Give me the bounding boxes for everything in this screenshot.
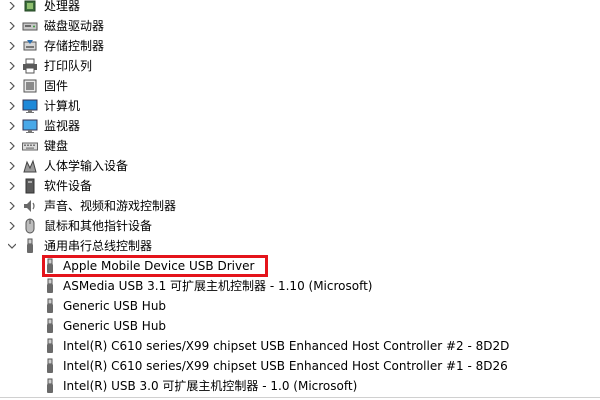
tree-item-storage-controllers[interactable]: 存储控制器 bbox=[0, 36, 600, 56]
usb-device-item[interactable]: Intel(R) C610 series/X99 chipset USB Enh… bbox=[0, 336, 600, 356]
tree-item-label: 软件设备 bbox=[44, 179, 93, 193]
usb-device-icon bbox=[42, 358, 58, 374]
usb-device-item[interactable]: ASMedia USB 3.1 可扩展主机控制器 - 1.10 (Microso… bbox=[0, 276, 600, 296]
tree-item-sound-video-game[interactable]: 声音、视频和游戏控制器 bbox=[0, 196, 600, 216]
tree-item-disk-drives[interactable]: 磁盘驱动器 bbox=[0, 16, 600, 36]
usb-device-icon bbox=[42, 318, 58, 334]
usb-icon bbox=[22, 238, 38, 254]
usb-device-label: Generic USB Hub bbox=[63, 299, 167, 313]
usb-device-label: Intel(R) C610 series/X99 chipset USB Enh… bbox=[63, 339, 510, 353]
usb-device-label: Generic USB Hub bbox=[63, 319, 167, 333]
chevron-right-icon[interactable] bbox=[6, 36, 18, 56]
tree-item-mice[interactable]: 鼠标和其他指针设备 bbox=[0, 216, 600, 236]
tree-item-usb-controllers[interactable]: 通用串行总线控制器 bbox=[0, 236, 600, 256]
chevron-right-icon[interactable] bbox=[6, 56, 18, 76]
disk-drive-icon bbox=[22, 18, 38, 34]
chevron-down-icon[interactable] bbox=[6, 236, 18, 256]
tree-item-monitors[interactable]: 监视器 bbox=[0, 116, 600, 136]
tree-item-label: 通用串行总线控制器 bbox=[44, 239, 153, 253]
processor-icon bbox=[22, 0, 38, 14]
storage-controller-icon bbox=[22, 38, 38, 54]
usb-device-item[interactable]: Generic USB Hub bbox=[0, 296, 600, 316]
usb-device-label: Intel(R) C610 series/X99 chipset USB Enh… bbox=[63, 359, 508, 373]
hid-icon bbox=[22, 158, 38, 174]
chevron-right-icon[interactable] bbox=[6, 176, 18, 196]
mouse-icon bbox=[22, 218, 38, 234]
usb-device-icon bbox=[42, 278, 58, 294]
chevron-right-icon[interactable] bbox=[6, 136, 18, 156]
chevron-right-icon[interactable] bbox=[6, 216, 18, 236]
firmware-icon bbox=[22, 78, 38, 94]
tree-item-label: 键盘 bbox=[44, 139, 69, 153]
chevron-right-icon[interactable] bbox=[6, 96, 18, 116]
software-device-icon bbox=[22, 178, 38, 194]
tree-item-label: 固件 bbox=[44, 79, 69, 93]
usb-device-label: Apple Mobile Device USB Driver bbox=[63, 259, 255, 273]
usb-device-label: Intel(R) USB 3.0 可扩展主机控制器 - 1.0 (Microso… bbox=[63, 379, 358, 393]
keyboard-icon bbox=[22, 138, 38, 154]
tree-item-hid[interactable]: 人体学输入设备 bbox=[0, 156, 600, 176]
usb-device-item[interactable]: Intel(R) USB 3.0 可扩展主机控制器 - 1.0 (Microso… bbox=[0, 376, 600, 396]
usb-device-item[interactable]: Apple Mobile Device USB Driver bbox=[0, 256, 600, 276]
computer-icon bbox=[22, 98, 38, 114]
tree-item-keyboards[interactable]: 键盘 bbox=[0, 136, 600, 156]
tree-item-firmware[interactable]: 固件 bbox=[0, 76, 600, 96]
chevron-right-icon[interactable] bbox=[6, 76, 18, 96]
usb-device-icon bbox=[42, 298, 58, 314]
tree-item-label: 存储控制器 bbox=[44, 39, 105, 53]
usb-device-icon bbox=[42, 378, 58, 394]
tree-item-label: 打印队列 bbox=[44, 59, 93, 73]
printer-icon bbox=[22, 58, 38, 74]
usb-device-label: ASMedia USB 3.1 可扩展主机控制器 - 1.10 (Microso… bbox=[63, 279, 373, 293]
chevron-right-icon[interactable] bbox=[6, 16, 18, 36]
divider bbox=[0, 397, 600, 398]
usb-device-item[interactable]: Intel(R) C610 series/X99 chipset USB Enh… bbox=[0, 356, 600, 376]
tree-item-label: 监视器 bbox=[44, 119, 81, 133]
audio-icon bbox=[22, 198, 38, 214]
usb-device-icon bbox=[42, 338, 58, 354]
chevron-right-icon[interactable] bbox=[6, 156, 18, 176]
tree-item-print-queues[interactable]: 打印队列 bbox=[0, 56, 600, 76]
tree-item-software-devices[interactable]: 软件设备 bbox=[0, 176, 600, 196]
tree-item-processor[interactable]: 处理器 bbox=[0, 0, 600, 16]
tree-item-label: 计算机 bbox=[44, 99, 81, 113]
tree-item-label: 磁盘驱动器 bbox=[44, 19, 105, 33]
monitor-icon bbox=[22, 118, 38, 134]
tree-item-label: 人体学输入设备 bbox=[44, 159, 129, 173]
tree-item-label: 鼠标和其他指针设备 bbox=[44, 219, 153, 233]
chevron-right-icon[interactable] bbox=[6, 0, 18, 16]
usb-device-item[interactable]: Generic USB Hub bbox=[0, 316, 600, 336]
tree-item-label: 处理器 bbox=[44, 0, 81, 13]
chevron-right-icon[interactable] bbox=[6, 116, 18, 136]
chevron-right-icon[interactable] bbox=[6, 196, 18, 216]
tree-item-label: 声音、视频和游戏控制器 bbox=[44, 199, 177, 213]
usb-device-icon bbox=[42, 258, 58, 274]
tree-item-computer[interactable]: 计算机 bbox=[0, 96, 600, 116]
